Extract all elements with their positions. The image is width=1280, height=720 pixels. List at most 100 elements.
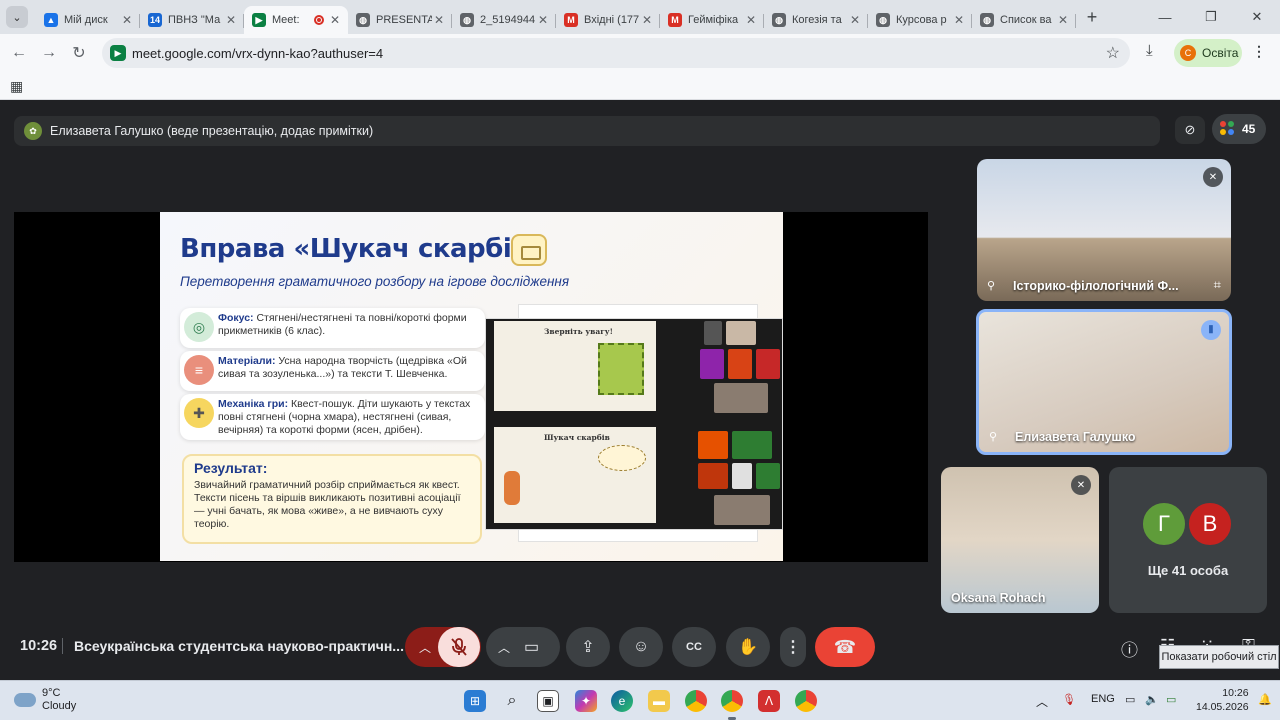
profile-button[interactable]: С Освіта [1174, 39, 1242, 67]
participants-icon [1220, 121, 1236, 137]
leave-call-button[interactable]: ☎ [815, 627, 875, 667]
captions-button[interactable]: CC [672, 627, 716, 667]
more-options-button[interactable]: ⋮ [780, 627, 806, 667]
reactions-button[interactable]: ☺ [619, 627, 663, 667]
new-tab-button[interactable]: + [1080, 5, 1104, 29]
mini-tile [698, 431, 728, 459]
browser-tab[interactable]: M Гейміфіка ✕ [660, 6, 764, 34]
card-heading: Фокус: [218, 312, 254, 324]
search-icon[interactable]: ⌕ [501, 690, 523, 712]
globe-icon: ◍ [772, 13, 786, 27]
close-tab-icon[interactable]: ✕ [328, 13, 342, 27]
close-tab-icon[interactable]: ✕ [224, 13, 238, 27]
apps-grid-icon[interactable]: ▦ [10, 78, 23, 95]
close-window-icon[interactable]: ✕ [1234, 0, 1280, 34]
minimize-icon[interactable]: — [1142, 0, 1188, 34]
microphone-in-use-icon[interactable]: 🎙 [1062, 693, 1076, 706]
edge-icon[interactable]: e [611, 690, 633, 712]
download-icon[interactable]: ⤓ [1146, 42, 1153, 59]
browser-tab[interactable]: ◍ Курсова р ✕ [868, 6, 972, 34]
video-options-button[interactable]: ︿ ▭ [486, 627, 560, 667]
close-tab-icon[interactable]: ✕ [1056, 13, 1070, 27]
hang-up-icon: ☎ [833, 636, 857, 657]
browser-tab[interactable]: ◍ PRESENTA ✕ [348, 6, 452, 34]
chevron-up-icon[interactable]: ︿ [1036, 693, 1048, 710]
display-icon[interactable]: ▭ [1125, 693, 1135, 706]
browser-tab[interactable]: 14 ПВНЗ "Ма ✕ [140, 6, 244, 34]
close-tab-icon[interactable]: ✕ [120, 13, 134, 27]
chrome-active-icon[interactable] [721, 690, 743, 712]
weather-widget[interactable]: 9°C Cloudy [14, 687, 76, 713]
forward-arrow-icon[interactable]: → [34, 38, 64, 68]
browser-tab[interactable]: M Вхідні (177 ✕ [556, 6, 660, 34]
tab-search-button[interactable]: ⌄ [6, 6, 28, 28]
more-participants-label: Ще 41 особа [1147, 563, 1229, 578]
gmail-icon: M [668, 13, 682, 27]
cloud-icon [14, 693, 36, 707]
bookmark-star-icon[interactable]: ☆ [1106, 43, 1120, 63]
present-screen-icon: ⇪ [581, 639, 595, 656]
copilot-icon[interactable]: ✦ [575, 690, 597, 712]
hand-icon: ✋ [738, 639, 758, 656]
participant-name: Oksana Rohach [951, 591, 1046, 605]
profile-avatar: С [1180, 45, 1196, 61]
pin-icon[interactable]: ⚲ [987, 279, 995, 292]
participant-tile-oksana[interactable]: ✕ Oksana Rohach [941, 467, 1099, 613]
pdf-reader-icon[interactable]: ᐱ [758, 690, 780, 712]
participants-button[interactable]: 45 [1212, 114, 1266, 144]
chrome-profile-icon[interactable] [795, 690, 817, 712]
browser-tab[interactable]: ◍ 2_5194944 ✕ [452, 6, 556, 34]
restore-icon[interactable]: ❐ [1188, 0, 1234, 34]
browser-tab-strip: ⌄ ▲ Мій диск ✕ 14 ПВНЗ "Ма ✕ ▶ Meet: ✕ ◍ PRESENTA ✕… [0, 0, 1280, 34]
tab-list: ▲ Мій диск ✕ 14 ПВНЗ "Ма ✕ ▶ Meet: ✕ ◍ PRESENTA ✕ ◍ 2… [36, 0, 1076, 34]
target-icon: ◎ [184, 312, 214, 342]
focus-card: ◎ Фокус: Стягнені/нестягнені та повні/ко… [180, 308, 485, 348]
hide-tiles-icon[interactable]: ⊘ [1175, 116, 1205, 144]
task-view-icon[interactable]: ▣ [537, 690, 559, 712]
crop-icon[interactable]: ⌗ [1214, 277, 1221, 293]
globe-icon: ◍ [460, 13, 474, 27]
start-windows-icon[interactable]: ⊞ [464, 690, 486, 712]
browser-tab[interactable]: ▶ Meet: ✕ [244, 6, 348, 34]
mini-slide-bottom: Шукач скарбів [494, 427, 656, 523]
browser-tab[interactable]: ◍ Список ва ✕ [972, 6, 1076, 34]
close-tab-icon[interactable]: ✕ [432, 13, 446, 27]
result-heading: Результат: [194, 460, 268, 476]
mini-tile [726, 321, 756, 345]
close-tab-icon[interactable]: ✕ [536, 13, 550, 27]
close-tab-icon[interactable]: ✕ [744, 13, 758, 27]
mic-off-icon: ✕ [1203, 167, 1223, 187]
slide-title: Вправа «Шукач скарбів» [180, 234, 544, 264]
browser-tab[interactable]: ▲ Мій диск ✕ [36, 6, 140, 34]
temperature: 9°C [42, 687, 61, 699]
mini-tile [756, 463, 780, 489]
chrome-icon[interactable] [685, 690, 707, 712]
site-info-icon[interactable]: ▶ [110, 45, 126, 61]
close-tab-icon[interactable]: ✕ [848, 13, 862, 27]
google-drive-icon: ▲ [44, 13, 58, 27]
present-screen-button[interactable]: ⇪ [566, 627, 610, 667]
recording-icon [314, 15, 324, 25]
back-arrow-icon[interactable]: ← [4, 38, 34, 68]
system-clock[interactable]: 10:26 14.05.2026 [1196, 686, 1249, 714]
pin-icon[interactable]: ⚲ [989, 430, 997, 443]
reload-icon[interactable]: ↻ [64, 38, 94, 68]
microphone-off-button[interactable] [438, 627, 480, 667]
address-bar[interactable]: ▶ meet.google.com/vrx-dynn-kao?authuser=… [102, 38, 1130, 68]
language-indicator[interactable]: ENG [1091, 693, 1115, 705]
participant-tile-room[interactable]: ✕ ⚲ Історико-філологічний Ф... ⌗ [977, 159, 1231, 301]
participant-tile-speaker[interactable]: ⦀ ⚲ Елизавета Галушко [976, 309, 1232, 455]
notifications-icon[interactable]: 🔔 [1258, 693, 1272, 706]
close-tab-icon[interactable]: ✕ [640, 13, 654, 27]
file-explorer-icon[interactable]: ▬ [648, 690, 670, 712]
raise-hand-button[interactable]: ✋ [726, 627, 770, 667]
more-vertical-icon: ⋮ [785, 639, 801, 656]
meeting-info-icon[interactable]: ⓘ [1121, 636, 1138, 661]
browser-tab[interactable]: ◍ Когезія та ✕ [764, 6, 868, 34]
more-participants-tile[interactable]: Г В Ще 41 особа [1109, 467, 1267, 613]
battery-icon[interactable]: ▭ [1166, 693, 1176, 706]
browser-menu-icon[interactable]: ⋮ [1252, 43, 1266, 60]
close-tab-icon[interactable]: ✕ [952, 13, 966, 27]
volume-icon[interactable]: 🔈 [1145, 693, 1159, 706]
profile-label: Освіта [1202, 46, 1239, 60]
